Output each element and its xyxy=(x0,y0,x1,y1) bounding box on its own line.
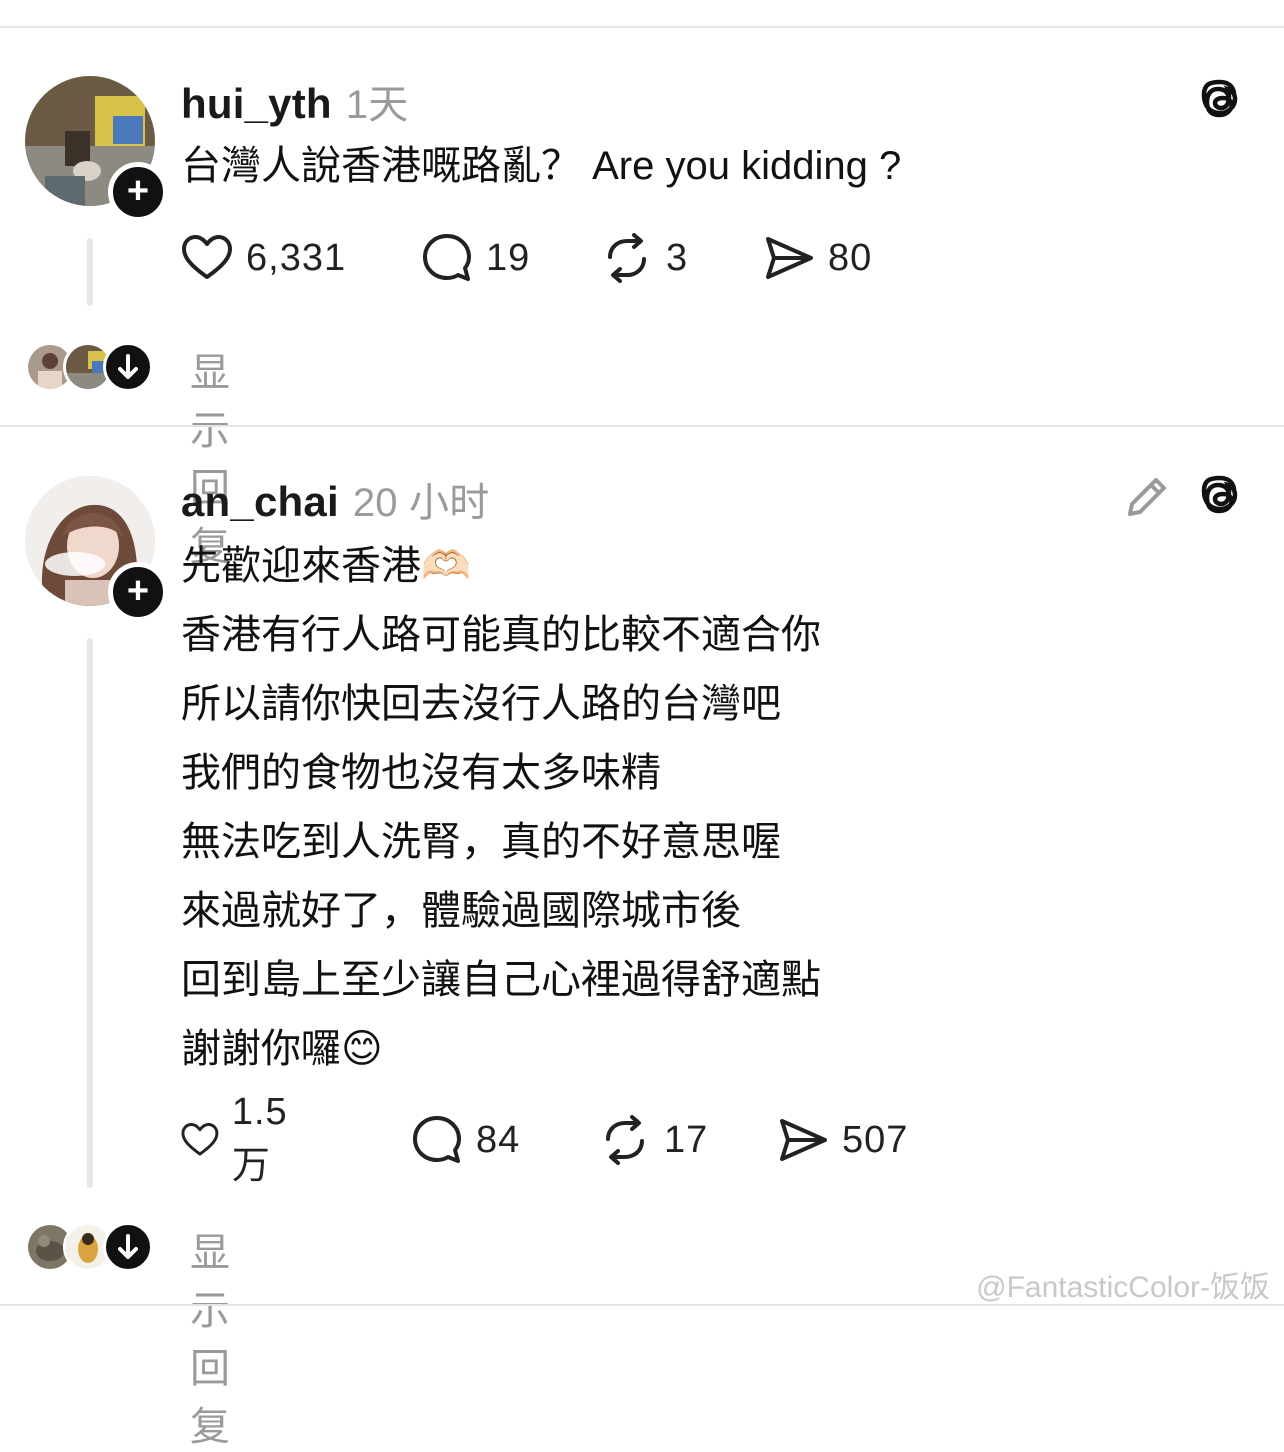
post-line: 所以請你快回去沒行人路的台灣吧 xyxy=(181,682,781,726)
repost-count: 3 xyxy=(666,236,689,279)
post-line: 台灣人說香港嘅路亂？ Are you kidding ? xyxy=(181,144,902,188)
username-text[interactable]: hui_yth xyxy=(181,80,332,127)
username[interactable]: an_chai 20 小时 xyxy=(181,470,489,528)
repost-button[interactable]: 3 xyxy=(600,230,688,286)
username-text[interactable]: an_chai xyxy=(181,478,339,525)
timestamp: 1天 xyxy=(345,83,409,127)
threads-logo-icon[interactable] xyxy=(1196,76,1246,126)
share-button[interactable]: 507 xyxy=(776,1112,908,1168)
heart-icon xyxy=(181,1123,219,1156)
comment-button[interactable]: 84 xyxy=(410,1112,520,1168)
comment-bubble-icon xyxy=(413,1116,461,1163)
post-line: 先歡迎來香港🫶🏻 xyxy=(181,544,471,588)
arrow-down-icon xyxy=(118,1234,138,1259)
like-count: 6,331 xyxy=(246,236,347,279)
repost-count: 17 xyxy=(664,1118,709,1161)
follow-plus-icon[interactable]: + xyxy=(108,562,168,622)
threads-logo-icon[interactable] xyxy=(1196,472,1246,522)
pencil-icon[interactable] xyxy=(1122,472,1172,522)
repost-icon xyxy=(608,233,646,283)
post-line: 謝謝你囉😊 xyxy=(181,1027,383,1071)
top-divider xyxy=(0,26,1284,28)
share-button[interactable]: 80 xyxy=(762,230,872,286)
like-button[interactable]: 1.5万 xyxy=(180,1091,302,1187)
comment-bubble-icon xyxy=(423,234,471,281)
post-body: 台灣人說香港嘅路亂？ Are you kidding ? xyxy=(181,132,901,201)
thread-line xyxy=(87,238,93,306)
arrow-down-icon xyxy=(118,354,138,379)
share-count: 507 xyxy=(842,1118,909,1161)
like-count: 1.5万 xyxy=(231,1091,288,1187)
show-replies-link[interactable]: 显示回复 xyxy=(190,1220,230,1452)
like-button[interactable]: 6,331 xyxy=(180,230,346,286)
reply-down-arrow xyxy=(103,1222,153,1272)
comment-count: 84 xyxy=(476,1118,521,1161)
reply-down-arrow xyxy=(103,342,153,392)
comment-button[interactable]: 19 xyxy=(420,230,530,286)
repost-icon xyxy=(606,1115,644,1165)
repost-button[interactable]: 17 xyxy=(598,1112,708,1168)
post-body: 先歡迎來香港🫶🏻 香港有行人路可能真的比較不適合你 所以請你快回去沒行人路的台灣… xyxy=(181,532,821,1084)
thread-line xyxy=(87,638,93,1188)
send-icon xyxy=(780,1119,827,1161)
send-icon xyxy=(766,237,813,279)
username[interactable]: hui_yth 1天 xyxy=(181,72,408,130)
watermark: @FantasticColor-饭饭 xyxy=(976,1271,1270,1304)
post-line: 來過就好了，體驗過國際城市後 xyxy=(181,889,741,933)
timestamp: 20 小时 xyxy=(352,481,490,525)
post-line: 無法吃到人洗腎，真的不好意思喔 xyxy=(181,820,781,864)
heart-icon xyxy=(182,235,232,279)
post-line: 回到島上至少讓自己心裡過得舒適點 xyxy=(181,958,821,1002)
post-line: 香港有行人路可能真的比較不適合你 xyxy=(181,613,821,657)
post-divider xyxy=(0,425,1284,427)
comment-count: 19 xyxy=(486,236,531,279)
post-line: 我們的食物也沒有太多味精 xyxy=(181,751,661,795)
share-count: 80 xyxy=(828,236,873,279)
follow-plus-icon[interactable]: + xyxy=(108,162,168,222)
